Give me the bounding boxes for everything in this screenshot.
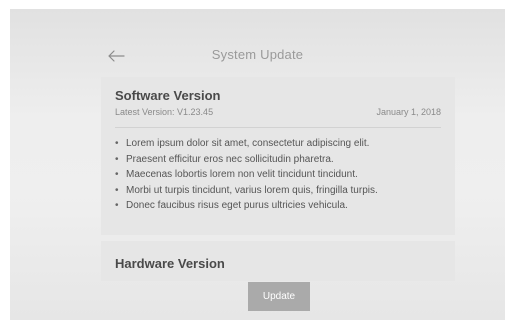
bullet-icon: • (115, 153, 119, 165)
hardware-version-card: Hardware Version (101, 241, 455, 281)
software-version-card: Software Version Latest Version: V1.23.4… (101, 77, 455, 235)
release-note-item: • Lorem ipsum dolor sit amet, consectetur… (115, 136, 378, 152)
release-note-text: Donec faucibus risus eget purus ultricie… (126, 200, 348, 211)
release-date: January 1, 2018 (376, 107, 441, 117)
update-button[interactable]: Update (248, 282, 310, 311)
software-version-title: Software Version (115, 88, 221, 103)
hardware-version-title: Hardware Version (115, 256, 225, 271)
update-screen: System Update Software Version Latest Ve… (10, 9, 505, 320)
release-note-text: Morbi ut turpis tincidunt, varius lorem … (126, 184, 378, 196)
bullet-icon: • (115, 169, 119, 180)
page-title: System Update (211, 47, 304, 62)
release-notes-list: • Lorem ipsum dolor sit amet, consectetur… (115, 136, 378, 214)
bullet-icon: • (115, 138, 119, 149)
release-note-item: • Maecenas lobortis lorem non velit tinci… (115, 167, 378, 183)
version-meta: Latest Version: V1.23.45 January 1, 2018 (115, 107, 441, 117)
release-note-item: • Praesent efficitur eros nec sollicitudi… (115, 152, 378, 168)
bullet-icon: • (115, 184, 119, 196)
bullet-icon: • (115, 200, 119, 211)
release-note-text: Praesent efficitur eros nec sollicitudin… (126, 153, 334, 165)
release-note-text: Lorem ipsum dolor sit amet, consectetur … (126, 138, 370, 149)
latest-version-label: Latest Version: V1.23.45 (115, 107, 214, 117)
release-note-item: • Morbi ut turpis tincidunt, varius lorem… (115, 183, 378, 199)
divider (115, 127, 441, 128)
release-note-text: Maecenas lobortis lorem non velit tincid… (126, 169, 358, 180)
release-note-item: • Donec faucibus risus eget purus ultrici… (115, 198, 378, 214)
